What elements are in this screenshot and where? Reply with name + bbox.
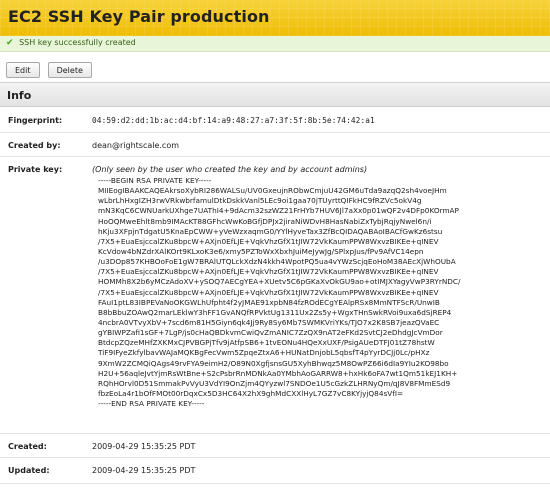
private-key-value: (Only seen by the user who created the k… — [92, 165, 544, 409]
created-by-label: Created by: — [8, 141, 61, 150]
check-icon: ✔ — [6, 38, 14, 48]
section-title: Info — [7, 89, 32, 102]
private-key-line: 4ncbrA0VTvyXbV+7scd6m81H5Giyn6qk4Jj9Ry8S… — [98, 317, 440, 327]
created-by-row: Created by: dean@rightscale.com — [0, 133, 550, 157]
private-key-line: hKju3XFpjnTdgatU5KnaEpCWW+yVeWzxaqmG0/YY… — [98, 226, 443, 236]
fingerprint-value: 04:59:d2:dd:1b:ac:d4:bf:14:a9:48:27:a7:3… — [92, 116, 375, 125]
private-key-line: 9XmW2ZCMQiQAgs49rvFYA9eimH2/O89N0Xgfjsns… — [98, 358, 449, 368]
created-by-value: dean@rightscale.com — [92, 141, 180, 150]
edit-button[interactable]: Edit — [6, 61, 40, 78]
private-key-line: HoOQMweEhlt8mb9IMAcKT88GFhcWwKoBGfjDPJx2… — [98, 216, 432, 226]
toolbar: Edit Delete — [6, 58, 95, 78]
private-key-line: B8bBbuZOAwQ2marLEklwY3hFF1GvANQfRPVktUg1… — [98, 307, 452, 317]
private-key-line: /7X5+EuaEsjccalZKu8bpcW+AXjn0EfLJE+VqkVh… — [98, 287, 439, 297]
fingerprint-label: Fingerprint: — [8, 116, 63, 125]
private-key-line: gYBIWPZafi1sGF+7LgP/js0cHaQBDkvmCwiQvZmA… — [98, 328, 443, 338]
created-label: Created: — [8, 442, 47, 451]
private-key-line: RQhHOrvl0D51SmmakPvVyU3VdYI9OnZjm4QYyzwl… — [98, 378, 451, 388]
private-key-label: Private key: — [8, 165, 63, 174]
private-key-line: TiF9IFyeZkfylbavWAJaMQKBgFecVwm5ZpqeZtxA… — [98, 348, 430, 358]
fingerprint-row: Fingerprint: 04:59:d2:dd:1b:ac:d4:bf:14:… — [0, 108, 550, 133]
success-flash-message: ✔ SSH key successfully created — [0, 36, 550, 52]
private-key-line: FAuI1ptL83IBPEVaNoOKGWLhUfpht4f2yJMAE91x… — [98, 297, 440, 307]
private-key-line: -----END RSA PRIVATE KEY----- — [98, 399, 205, 409]
private-key-line: H2U+56aqleJvtYjmRsWtBne+S2cPsbrRnMDNkAa0… — [98, 368, 458, 378]
private-key-row: Private key: (Only seen by the user who … — [0, 157, 550, 434]
updated-label: Updated: — [8, 466, 50, 475]
private-key-line: mN3KqC6CWNUarkUXhge7UAThI4+9dAcm32szWZ21… — [98, 206, 459, 216]
private-key-line: fbzEoLa4r1bOfFMOt00rDqxCx5D3HC64X2hX9ghM… — [98, 388, 404, 398]
private-key-line: /7X5+EuaEsjccalZKu8bpcW+AXjn0EfLJE+VqkVh… — [98, 236, 439, 246]
private-key-line: /7X5+EuaEsjccalZKu8bpcW+AXjn0EfLJE+VqkVh… — [98, 267, 439, 277]
updated-value: 2009-04-29 15:35:25 PDT — [92, 466, 196, 475]
updated-row: Updated: 2009-04-29 15:35:25 PDT — [0, 458, 550, 484]
created-value: 2009-04-29 15:35:25 PDT — [92, 442, 196, 451]
flash-text: SSH key successfully created — [19, 38, 136, 47]
page-title: EC2 SSH Key Pair production — [8, 7, 270, 26]
delete-button[interactable]: Delete — [47, 61, 92, 78]
private-key-line: BtdcpZQzeMHfZXKMxCJPVBGPjTfv9jAtfpSB6+1t… — [98, 338, 435, 348]
page-title-bar: EC2 SSH Key Pair production — [0, 0, 550, 36]
private-key-line: /u3DOp857KHBOoFoE1gW7BRAlUTQLckXdzN4kkh4… — [98, 257, 456, 267]
private-key-line: HOMMh8X2b6yMCzAdoXV+ySOQ7AECgYEA+XUetv5C… — [98, 277, 461, 287]
private-key-line: KcVdow4bNZdrXAlKOrt9KLxoK3e6/xmy5PZToWxX… — [98, 246, 424, 256]
private-key-line: -----BEGIN RSA PRIVATE KEY----- — [98, 176, 212, 185]
info-section-header: Info — [0, 82, 550, 107]
private-key-note: (Only seen by the user who created the k… — [92, 165, 368, 174]
private-key-line: wLbrLhHxgIZH3rwVRkwbrfamulDtkDskkVanl5LE… — [98, 196, 422, 206]
created-row: Created: 2009-04-29 15:35:25 PDT — [0, 434, 550, 458]
private-key-text: -----BEGIN RSA PRIVATE KEY----- MIIEogIBA… — [98, 176, 544, 409]
private-key-line: MIIEogIBAAKCAQEAkrsoXybRI286WALSu/UV0Gxe… — [98, 186, 447, 196]
